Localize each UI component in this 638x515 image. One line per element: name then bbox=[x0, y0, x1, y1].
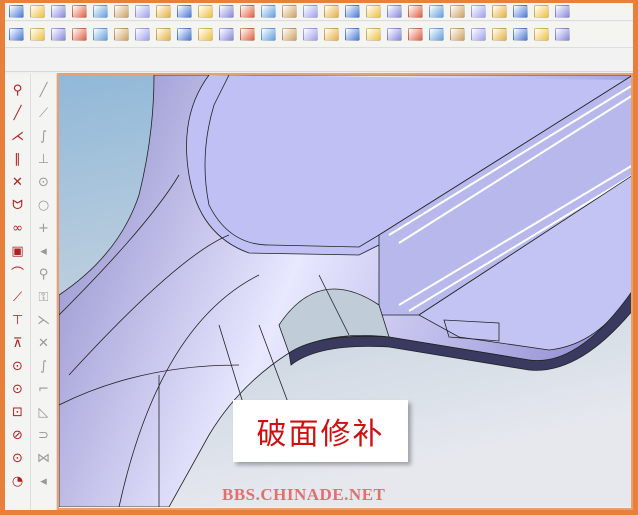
match-surface-icon[interactable] bbox=[282, 28, 297, 41]
cylinder-icon[interactable] bbox=[135, 5, 150, 18]
zebra-icon[interactable] bbox=[513, 28, 528, 41]
toolbar-dock-area bbox=[5, 48, 633, 72]
polyline-icon[interactable]: ⟋ bbox=[10, 289, 26, 305]
cut-icon[interactable] bbox=[114, 5, 129, 18]
blend-icon[interactable] bbox=[282, 5, 297, 18]
offset-surface-icon[interactable] bbox=[156, 28, 171, 41]
split-icon[interactable] bbox=[324, 5, 339, 18]
tangent-circle-icon[interactable]: ⊙ bbox=[10, 381, 26, 397]
angled-line-icon[interactable]: ⟋ bbox=[36, 105, 52, 121]
patch-icon[interactable] bbox=[387, 28, 402, 41]
face-icon[interactable] bbox=[534, 5, 549, 18]
revolve-surface-icon[interactable] bbox=[72, 28, 87, 41]
parallel-line-icon[interactable]: ∥ bbox=[10, 151, 26, 167]
chamfer-icon[interactable] bbox=[240, 5, 255, 18]
blend-curve-icon[interactable]: ⋈ bbox=[36, 450, 52, 466]
extend-curve-icon[interactable]: ⊼ bbox=[10, 335, 26, 351]
fillet-icon[interactable] bbox=[219, 5, 234, 18]
more-icon[interactable]: ◂ bbox=[36, 243, 52, 259]
trim-curve-icon[interactable]: ⊤ bbox=[10, 312, 26, 328]
split-surface-icon[interactable] bbox=[345, 28, 360, 41]
perpendicular-icon[interactable]: ✕ bbox=[10, 174, 26, 190]
center-circle-icon[interactable]: ⊙ bbox=[10, 358, 26, 374]
trim-surface-icon[interactable] bbox=[219, 28, 234, 41]
rectangle-icon[interactable]: ▣ bbox=[10, 243, 26, 259]
axis-icon[interactable]: ⋌ bbox=[10, 128, 26, 144]
shell-icon[interactable] bbox=[198, 5, 213, 18]
solid-box-icon[interactable] bbox=[9, 5, 24, 18]
offset-icon[interactable] bbox=[408, 5, 423, 18]
sphere-icon[interactable] bbox=[30, 5, 45, 18]
point-circle-icon[interactable]: ⊙ bbox=[10, 450, 26, 466]
draft-surface-icon[interactable] bbox=[429, 28, 444, 41]
trim-icon[interactable] bbox=[450, 5, 465, 18]
sketch-toolbar: ╱ ⟋ ∫ ⊥ ⊙ ○ + ◂ ⚲ ⚿ ⋋ ✕ ∫ ⌐ ◺ ⊃ ⋈ ◂ bbox=[31, 74, 57, 510]
draft-icon[interactable] bbox=[261, 5, 276, 18]
sweep-icon[interactable] bbox=[72, 5, 87, 18]
offset-curve-icon[interactable]: ⊃ bbox=[36, 427, 52, 443]
select-icon[interactable]: ⚲ bbox=[10, 82, 26, 98]
surface-toolbar bbox=[5, 22, 633, 48]
ruled-surface-icon[interactable] bbox=[30, 28, 45, 41]
circle-2d-icon[interactable]: ○ bbox=[36, 197, 52, 213]
cube-icon[interactable] bbox=[177, 5, 192, 18]
extend-icon[interactable] bbox=[471, 5, 486, 18]
fillet-curve-icon[interactable]: ⌐ bbox=[36, 381, 52, 397]
extrude-surface-icon[interactable] bbox=[51, 28, 66, 41]
extend-surface-icon[interactable] bbox=[240, 28, 255, 41]
boundary-surface-icon[interactable] bbox=[114, 28, 129, 41]
fillet-surface-icon[interactable] bbox=[303, 28, 318, 41]
scale-icon[interactable] bbox=[387, 5, 402, 18]
point-circle-icon[interactable]: ⊙ bbox=[36, 174, 52, 190]
boolean-icon[interactable] bbox=[303, 5, 318, 18]
project-icon[interactable]: ⚲ bbox=[36, 266, 52, 282]
sew-icon[interactable] bbox=[492, 5, 507, 18]
extrude-icon[interactable] bbox=[51, 5, 66, 18]
bridge-curve-icon[interactable]: ⋋ bbox=[36, 312, 52, 328]
flip-icon[interactable] bbox=[471, 28, 486, 41]
cross-icon[interactable]: + bbox=[36, 220, 52, 236]
line-icon[interactable]: ╱ bbox=[10, 105, 26, 121]
mirror-icon[interactable] bbox=[366, 5, 381, 18]
patch-icon[interactable] bbox=[513, 5, 528, 18]
caption-box: 破面修补 bbox=[233, 400, 408, 462]
curve-2d-icon[interactable]: ∫ bbox=[36, 128, 52, 144]
pattern-icon[interactable] bbox=[345, 5, 360, 18]
watermark: BBS.CHINADE.NET bbox=[222, 485, 386, 504]
curvature-icon[interactable] bbox=[534, 28, 549, 41]
tangent-icon[interactable]: ⊥ bbox=[36, 151, 52, 167]
analysis-icon[interactable] bbox=[492, 28, 507, 41]
intersect-icon[interactable]: ✕ bbox=[36, 335, 52, 351]
chamfer-surface-icon[interactable] bbox=[324, 28, 339, 41]
wall-icon[interactable] bbox=[156, 5, 171, 18]
fill-surface-icon[interactable] bbox=[177, 28, 192, 41]
knit-icon[interactable] bbox=[408, 28, 423, 41]
chamfer-curve-icon[interactable]: ◺ bbox=[36, 404, 52, 420]
spline-2d-icon[interactable]: ∫ bbox=[36, 358, 52, 374]
main-toolbar bbox=[5, 3, 633, 21]
arc-point-icon[interactable]: ◔ bbox=[10, 473, 26, 489]
net-surface-icon[interactable] bbox=[198, 28, 213, 41]
blend-surface-icon[interactable] bbox=[135, 28, 150, 41]
thicken-icon[interactable] bbox=[429, 5, 444, 18]
join-surface-icon[interactable] bbox=[366, 28, 381, 41]
untrim-icon[interactable] bbox=[261, 28, 276, 41]
spline-icon[interactable]: ⌒ bbox=[10, 266, 26, 282]
line-2d-icon[interactable]: ╱ bbox=[36, 82, 52, 98]
normal-icon[interactable] bbox=[450, 28, 465, 41]
more-icon[interactable]: ◂ bbox=[36, 473, 52, 489]
curve-toolbar: ⚲ ╱ ⋌ ∥ ✕ ᗢ ∞ ▣ ⌒ ⟋ ⊤ ⊼ ⊙ ⊙ ⊡ ⊘ ⊙ ◔ bbox=[5, 74, 31, 510]
circle-icon[interactable]: ∞ bbox=[10, 220, 26, 236]
loft-icon[interactable] bbox=[93, 5, 108, 18]
plane-surface-icon[interactable] bbox=[9, 28, 24, 41]
delete-icon[interactable] bbox=[555, 5, 570, 18]
sweep-surface-icon[interactable] bbox=[93, 28, 108, 41]
three-point-circle-icon[interactable]: ⊘ bbox=[10, 427, 26, 443]
box-circle-icon[interactable]: ⊡ bbox=[10, 404, 26, 420]
thickness-icon[interactable] bbox=[555, 28, 570, 41]
arc-icon[interactable]: ᗢ bbox=[10, 197, 26, 213]
reference-icon[interactable]: ⚿ bbox=[36, 289, 52, 305]
